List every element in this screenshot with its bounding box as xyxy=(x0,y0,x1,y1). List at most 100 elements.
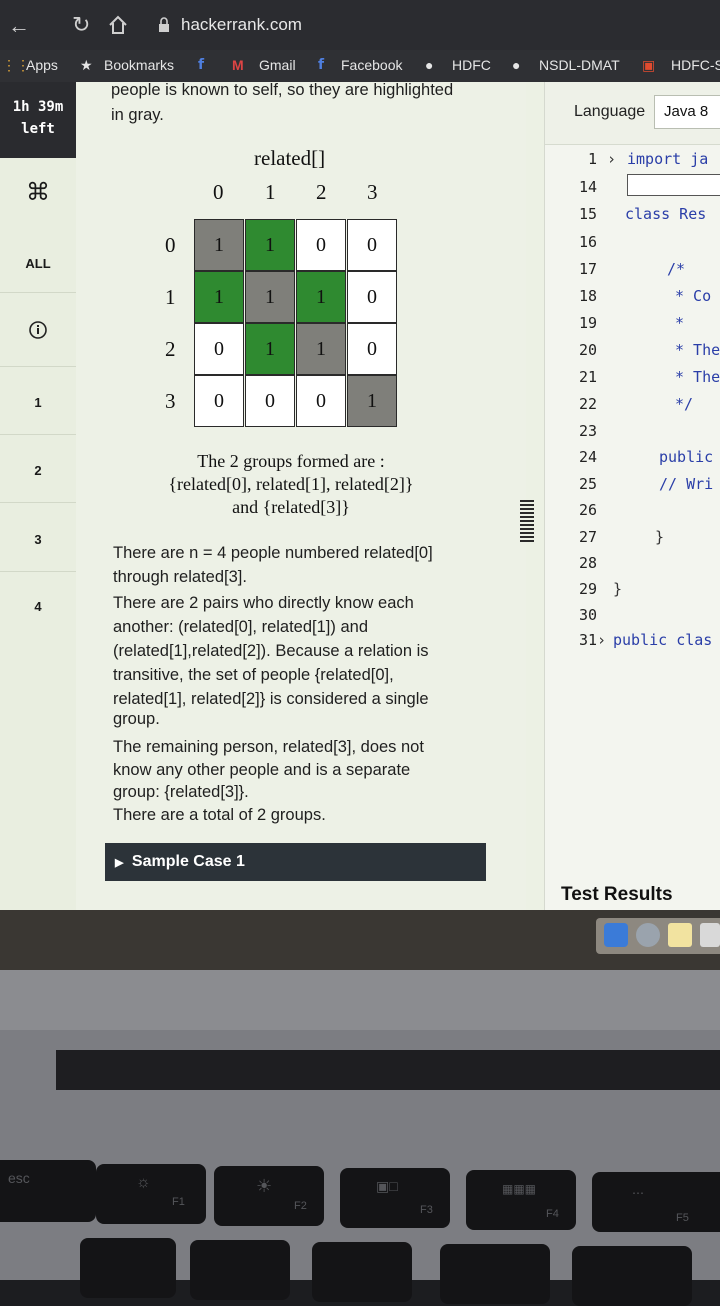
bookmark-gmail[interactable]: Gmail xyxy=(259,57,296,73)
f3-key[interactable]: ▣□ F3 xyxy=(340,1168,450,1228)
number-key[interactable] xyxy=(440,1244,550,1304)
bookmark-hdfc-s[interactable]: HDFC-S xyxy=(671,57,720,73)
bookmarks-bar: ⋮⋮ Apps ★ Bookmarks f M Gmail f Facebook… xyxy=(0,50,720,82)
code-line[interactable]: */ xyxy=(675,395,693,413)
number-key[interactable] xyxy=(312,1242,412,1302)
key-label: F5 xyxy=(676,1212,689,1224)
fold-arrow-icon[interactable]: › xyxy=(607,150,616,168)
line-number: 23 xyxy=(578,422,597,440)
f5-key[interactable]: ⋯ F5 xyxy=(592,1172,720,1232)
address-bar[interactable]: hackerrank.com xyxy=(181,15,302,35)
finder-icon[interactable] xyxy=(604,923,628,947)
code-line-cursor[interactable] xyxy=(627,174,720,196)
sample-case-toggle[interactable]: ▶ Sample Case 1 xyxy=(105,843,486,881)
f2-key[interactable]: ☀ F2 xyxy=(214,1166,324,1226)
reload-icon[interactable]: ↻ xyxy=(72,12,90,38)
nav-all[interactable]: ALL xyxy=(0,256,76,271)
pane-resize-handle[interactable] xyxy=(520,500,534,544)
explanation-line: group. xyxy=(113,710,160,728)
app-icon[interactable] xyxy=(700,923,720,947)
col-header: 3 xyxy=(367,180,378,204)
bookmark-hdfc[interactable]: HDFC xyxy=(452,57,491,73)
line-number: 14 xyxy=(578,178,597,196)
hinge xyxy=(56,1050,720,1090)
code-line[interactable]: class Res xyxy=(625,205,706,223)
bookmark-bookmarks[interactable]: Bookmarks xyxy=(104,57,174,73)
problem-statement: people is known to self, so they are hig… xyxy=(76,82,526,910)
matrix-cell: 0 xyxy=(245,375,295,427)
explanation-line: There are n = 4 people numbered related[… xyxy=(113,544,433,562)
matrix-cell: 1 xyxy=(194,219,244,271)
matrix-title: related[] xyxy=(254,146,326,170)
nav-question-3[interactable]: 3 xyxy=(0,532,76,547)
code-line[interactable]: * Co xyxy=(675,287,711,305)
code-line[interactable]: } xyxy=(655,528,664,546)
line-number: 25 xyxy=(578,475,597,493)
code-line[interactable]: * The xyxy=(675,368,720,386)
explanation-line: group: {related[3]}. xyxy=(113,783,249,801)
matrix-cell: 1 xyxy=(347,375,397,427)
nav-question-4[interactable]: 4 xyxy=(0,599,76,614)
explanation-line: know any other people and is a separate xyxy=(113,761,411,779)
code-line[interactable]: public xyxy=(659,448,713,466)
code-line[interactable]: * xyxy=(675,314,684,332)
notes-icon[interactable] xyxy=(668,923,692,947)
code-line[interactable]: public clas xyxy=(613,631,712,649)
line-number: 30 xyxy=(578,606,597,624)
line-number: 16 xyxy=(578,233,597,251)
launchpad-icon[interactable] xyxy=(636,923,660,947)
matrix-cell: 0 xyxy=(194,323,244,375)
col-header: 2 xyxy=(316,180,327,204)
bookmark-nsdl[interactable]: NSDL-DMAT xyxy=(539,57,620,73)
bookmark-apps[interactable]: Apps xyxy=(26,57,58,73)
line-number: 18 xyxy=(578,287,597,305)
test-results-heading[interactable]: Test Results xyxy=(561,884,673,906)
row-header: 1 xyxy=(165,285,176,309)
groups-caption: and {related[3]} xyxy=(232,497,350,517)
code-editor: Language Java 8 1 › import ja 14 15 clas… xyxy=(544,82,720,910)
line-number: 27 xyxy=(578,528,597,546)
problem-text: in gray. xyxy=(111,106,164,124)
info-icon[interactable] xyxy=(0,320,76,343)
matrix-cell: 1 xyxy=(296,323,346,375)
explanation-line: The remaining person, related[3], does n… xyxy=(113,738,424,756)
matrix-cell: 0 xyxy=(296,219,346,271)
code-line[interactable]: import ja xyxy=(627,150,708,168)
explanation-line: related[1], related[2]} is considered a … xyxy=(113,690,429,708)
timer: 1h 39m left xyxy=(0,82,76,158)
hackerrank-test-page: 1h 39m left ⌘ ALL 1 2 3 4 people is know… xyxy=(0,82,720,910)
problem-text: people is known to self, so they are hig… xyxy=(111,82,454,99)
line-number: 21 xyxy=(578,368,597,386)
globe-icon: ● xyxy=(512,57,521,73)
explanation-line: through related[3]. xyxy=(113,568,247,586)
code-line[interactable]: } xyxy=(613,580,622,598)
number-key[interactable] xyxy=(190,1240,290,1300)
fold-arrow-icon[interactable]: › xyxy=(597,631,606,649)
code-line[interactable]: * The xyxy=(675,341,720,359)
laptop-deck: esc ☼ F1 ☀ F2 ▣□ F3 ▦▦▦ F4 ⋯ F5 xyxy=(0,970,720,1306)
question-nav: 1h 39m left ⌘ ALL 1 2 3 4 xyxy=(0,82,77,910)
number-key[interactable] xyxy=(572,1246,692,1306)
line-number: 29 xyxy=(578,580,597,598)
line-number: 1 xyxy=(587,150,597,168)
f1-key[interactable]: ☼ F1 xyxy=(96,1164,206,1224)
key-label: F4 xyxy=(546,1208,559,1220)
nav-question-2[interactable]: 2 xyxy=(0,463,76,478)
brightness-down-icon: ☼ xyxy=(136,1174,151,1191)
line-number: 20 xyxy=(578,341,597,359)
dock xyxy=(596,918,720,954)
code-line[interactable]: // Wri xyxy=(659,475,713,493)
key-label: F3 xyxy=(420,1204,433,1216)
language-select[interactable]: Java 8 xyxy=(654,95,720,129)
esc-key[interactable]: esc xyxy=(0,1160,96,1222)
f4-key[interactable]: ▦▦▦ F4 xyxy=(466,1170,576,1230)
explanation-line: There are a total of 2 groups. xyxy=(113,806,326,824)
back-arrow-icon[interactable]: ← xyxy=(8,13,30,39)
nav-question-1[interactable]: 1 xyxy=(0,395,76,410)
command-icon[interactable]: ⌘ xyxy=(0,178,76,207)
bookmark-facebook[interactable]: Facebook xyxy=(341,57,402,73)
number-key[interactable] xyxy=(80,1238,176,1298)
home-icon[interactable] xyxy=(107,14,129,36)
keyboard-backlight-icon: ⋯ xyxy=(632,1186,644,1200)
code-line[interactable]: /* xyxy=(667,260,685,278)
